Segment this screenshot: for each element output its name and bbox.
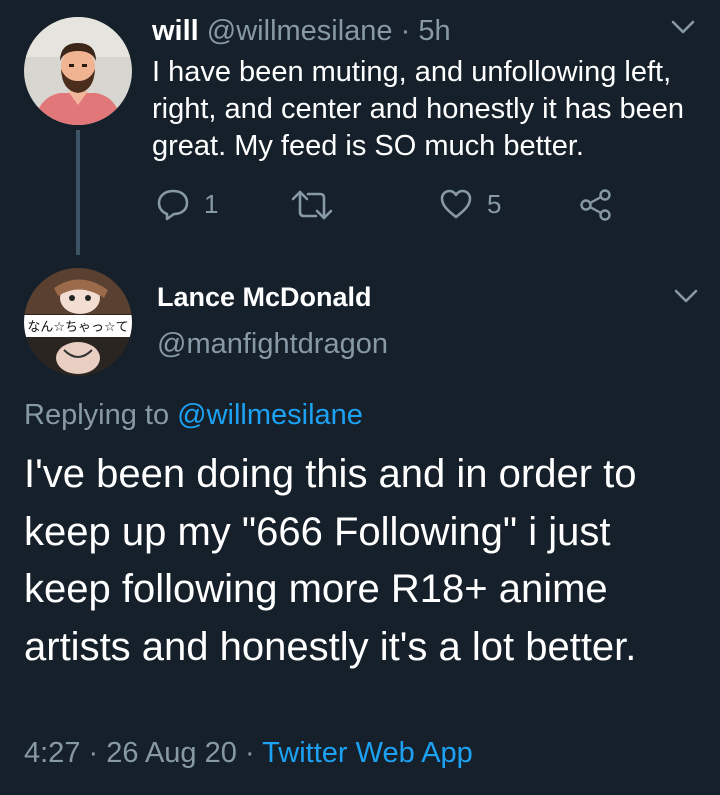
replying-to-label: Replying to: [24, 399, 170, 431]
meta-separator-2: ·: [244, 737, 255, 769]
like-count: 5: [487, 188, 502, 219]
retweet-icon: [291, 190, 333, 220]
tweet-source-link[interactable]: Twitter Web App: [262, 737, 473, 769]
like-icon: [440, 189, 472, 219]
chevron-down-icon[interactable]: [671, 286, 701, 308]
meta-separator-1: ·: [88, 737, 99, 769]
main-author-handle[interactable]: @manfightdragon: [157, 328, 388, 361]
thread-connector-line: [76, 130, 80, 255]
tweet-date[interactable]: 26 Aug 20: [106, 737, 237, 769]
main-author-name[interactable]: Lance McDonald: [157, 282, 372, 313]
reply-icon: [157, 189, 189, 221]
avatar-lance-image: なん☆ちゃっ☆て: [24, 268, 132, 376]
avatar-caption: なん☆ちゃっ☆て: [27, 320, 128, 335]
reply-timestamp[interactable]: 5h: [418, 15, 450, 47]
reply-author-handle[interactable]: @willmesilane: [207, 15, 393, 47]
tweet-metadata: 4:27 · 26 Aug 20 · Twitter Web App: [24, 737, 473, 770]
replying-to-handle-link[interactable]: @willmesilane: [177, 399, 363, 431]
share-icon: [580, 189, 611, 221]
reply-count: 1: [204, 188, 219, 219]
reply-time-separator: ·: [400, 15, 411, 47]
reply-tweet-header: will @willmesilane · 5h: [152, 12, 451, 50]
reply-tweet-text: I have been muting, and unfollowing left…: [152, 56, 685, 162]
chevron-down-icon[interactable]: [668, 17, 698, 39]
avatar-will-image: [24, 17, 132, 125]
avatar-lance-mcdonald[interactable]: なん☆ちゃっ☆て: [24, 268, 132, 376]
replying-to-line: Replying to @willmesilane: [24, 399, 363, 432]
reply-author-name[interactable]: will: [152, 15, 199, 47]
retweet-button[interactable]: [290, 188, 348, 222]
avatar-will[interactable]: [24, 17, 132, 125]
share-button[interactable]: [578, 188, 614, 222]
reply-button[interactable]: 1: [156, 187, 218, 221]
main-tweet-text: I've been doing this and in order to kee…: [24, 452, 637, 669]
tweet-time[interactable]: 4:27: [24, 737, 80, 769]
like-button[interactable]: 5: [439, 187, 501, 221]
